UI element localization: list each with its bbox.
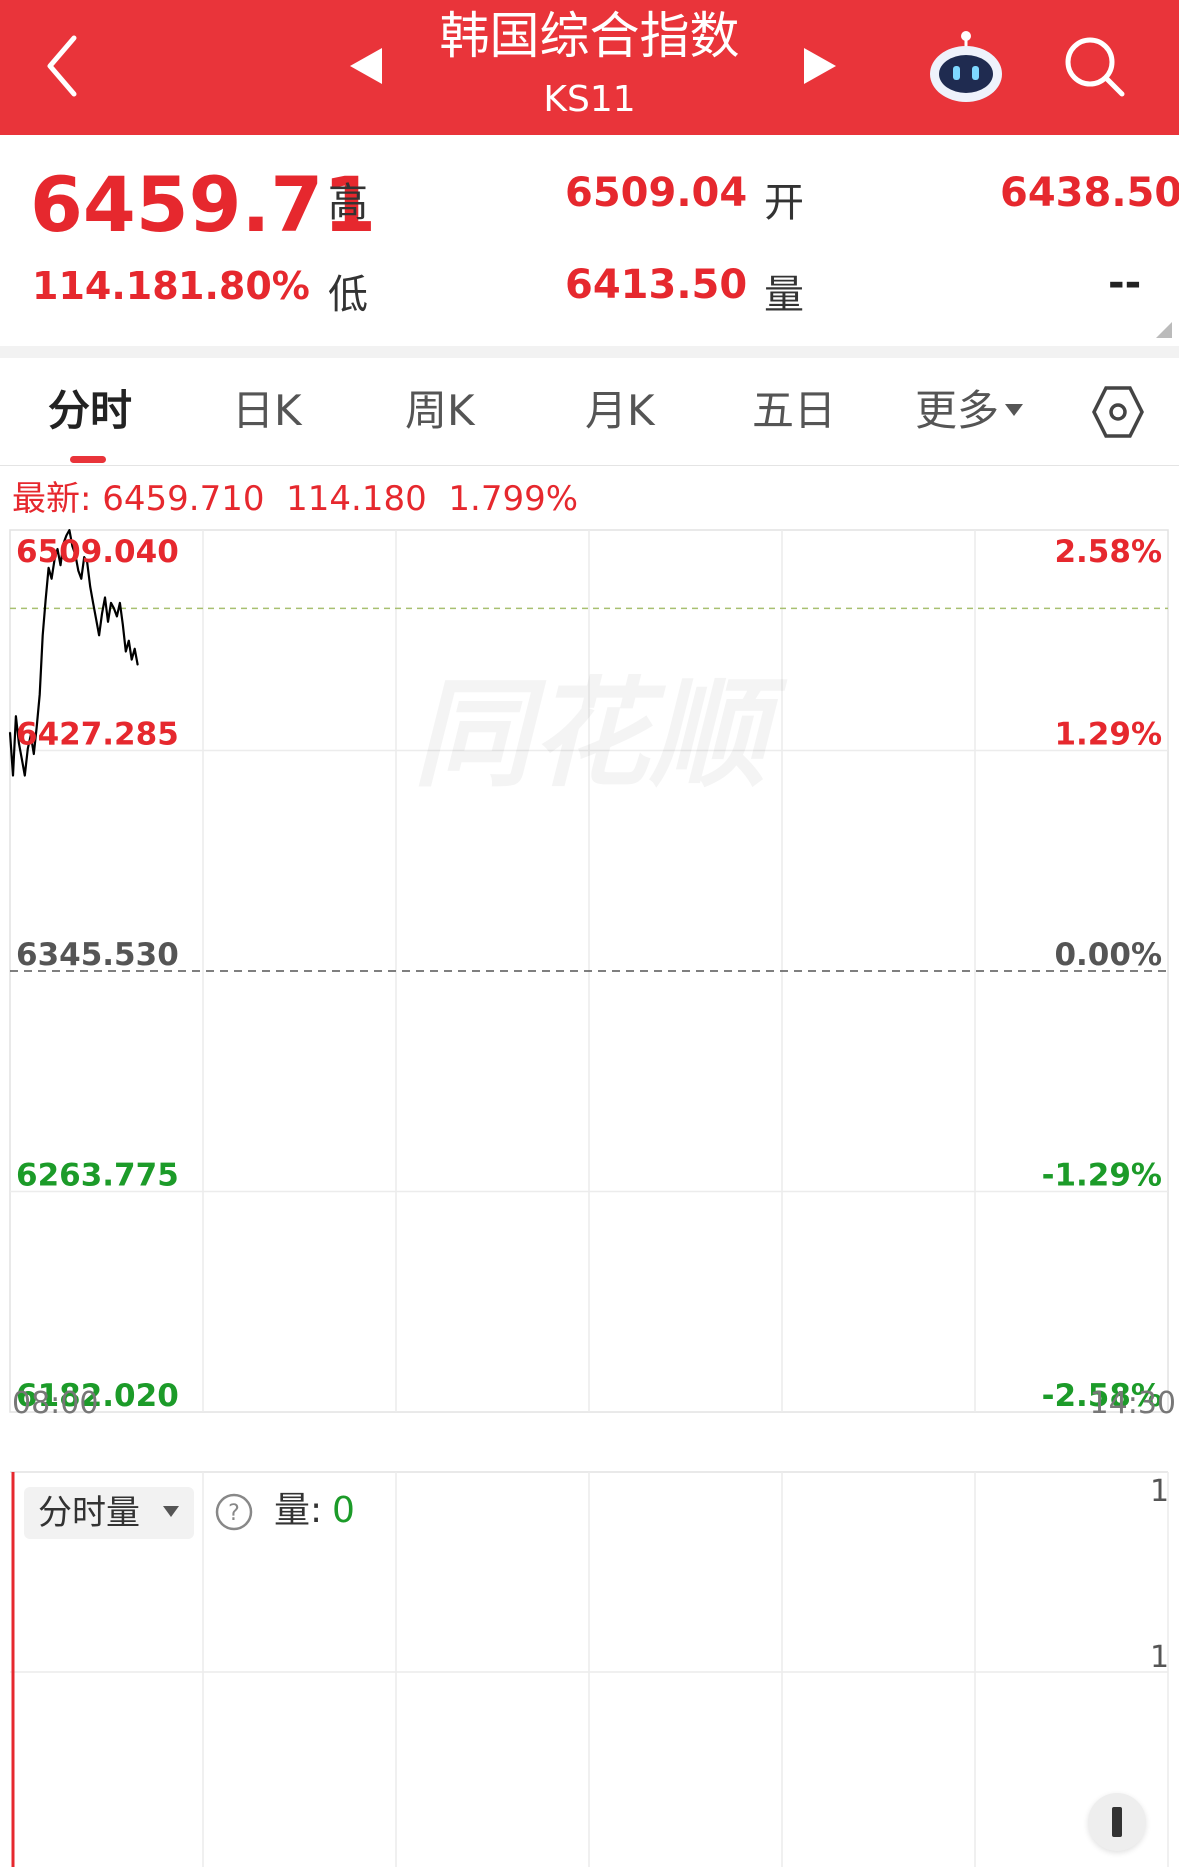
volume-stat-label: 量: <box>274 1490 323 1531</box>
more-dropdown-icon[interactable] <box>1004 403 1024 417</box>
price-change-pct: 1.80% <box>178 264 310 308</box>
header-bar: 韩国综合指数 KS11 <box>0 0 1179 135</box>
price-point <box>128 640 130 642</box>
price-point <box>12 774 14 777</box>
open-value: 6438.50 <box>1000 170 1179 216</box>
x-tick-end: 14:30 <box>1090 1386 1176 1420</box>
price-point <box>42 634 44 636</box>
price-point <box>21 758 23 760</box>
y-tick-left: 6509.040 <box>16 534 179 570</box>
settings-hexagon-icon[interactable] <box>1092 384 1144 440</box>
latest-quote-line: 最新: 6459.710 114.180 1.799% <box>12 477 578 521</box>
tab-monthly-k[interactable]: 月K <box>585 385 655 437</box>
price-point <box>89 586 91 588</box>
low-label: 低 <box>328 272 368 318</box>
y-tick-left: 6263.775 <box>16 1158 179 1194</box>
open-label: 开 <box>764 180 804 226</box>
search-icon[interactable] <box>1062 34 1128 100</box>
price-point <box>122 623 124 626</box>
floating-toggle-button[interactable] <box>1088 1793 1146 1851</box>
y-tick-right: 0.00% <box>1054 937 1162 973</box>
volume-tick-mid: 1 <box>1150 1640 1170 1675</box>
price-point <box>9 731 11 733</box>
price-point <box>131 659 133 661</box>
chart-grid <box>9 529 1169 1413</box>
volume-selector-label: 分时量 <box>38 1493 140 1533</box>
section-divider <box>0 346 1179 358</box>
next-triangle-icon[interactable] <box>802 46 838 86</box>
corner-triangle-icon <box>1156 322 1172 338</box>
price-point <box>107 621 109 623</box>
price-point <box>134 648 136 650</box>
volume-stat-value: 0 <box>332 1490 355 1531</box>
price-point <box>51 578 53 580</box>
latest-price: 6459.710 <box>102 479 265 519</box>
price-point <box>119 602 121 604</box>
y-tick-left: 6427.285 <box>16 717 179 753</box>
tab-five-day[interactable]: 五日 <box>752 385 836 437</box>
y-tick-right: 2.58% <box>1054 534 1162 570</box>
price-point <box>104 596 106 599</box>
x-tick-start: 08:00 <box>12 1386 98 1420</box>
question-icon[interactable]: ? <box>214 1492 254 1532</box>
y-tick-right: 1.29% <box>1054 717 1162 753</box>
high-value: 6509.04 <box>565 170 748 216</box>
price-point <box>33 753 35 755</box>
price-point <box>77 570 79 572</box>
high-label: 高 <box>328 180 368 226</box>
price-point <box>68 529 70 531</box>
price-point <box>95 618 97 620</box>
price-point <box>110 602 112 604</box>
svg-text:?: ? <box>228 1501 240 1526</box>
price-point <box>24 774 26 777</box>
tab-more[interactable]: 更多 <box>915 385 999 437</box>
price-point <box>92 602 94 604</box>
price-point <box>39 694 41 696</box>
price-point <box>98 634 100 636</box>
price-point <box>137 664 139 666</box>
price-point <box>101 613 103 615</box>
price-point <box>116 615 118 617</box>
tabs-divider <box>0 465 1179 466</box>
price-point <box>125 650 127 653</box>
tab-weekly-k[interactable]: 周K <box>405 385 475 437</box>
latest-change-pct: 1.799% <box>448 479 579 519</box>
volume-tick-top: 1 <box>1150 1474 1170 1509</box>
volume-value: -- <box>1108 260 1142 306</box>
robot-assistant-icon[interactable] <box>926 28 1006 104</box>
price-point <box>80 578 82 580</box>
active-tab-indicator <box>70 456 106 463</box>
intraday-price-chart[interactable]: 同花顺 6509.040 2.58% 6427.285 1.29% 6345.530 0.… <box>0 520 1179 1420</box>
price-change: 114.18 <box>32 264 179 308</box>
y-tick-left: 6345.530 <box>16 937 179 973</box>
watermark-text: 同花顺 <box>413 665 788 803</box>
tab-intraday[interactable]: 分时 <box>48 385 132 437</box>
price-point <box>45 599 47 601</box>
volume-selector[interactable]: 分时量 <box>24 1487 194 1539</box>
latest-prefix: 最新: <box>12 479 92 519</box>
current-price: 6459.71 <box>30 160 377 249</box>
volume-dropdown-icon <box>163 1506 179 1517</box>
latest-change: 114.180 <box>286 479 427 519</box>
low-value: 6413.50 <box>565 262 748 308</box>
volume-label: 量 <box>764 272 804 318</box>
y-tick-right: -1.29% <box>1042 1158 1162 1194</box>
price-point <box>113 607 115 609</box>
floating-toggle-icon <box>1112 1807 1122 1837</box>
tab-daily-k[interactable]: 日K <box>232 385 302 437</box>
